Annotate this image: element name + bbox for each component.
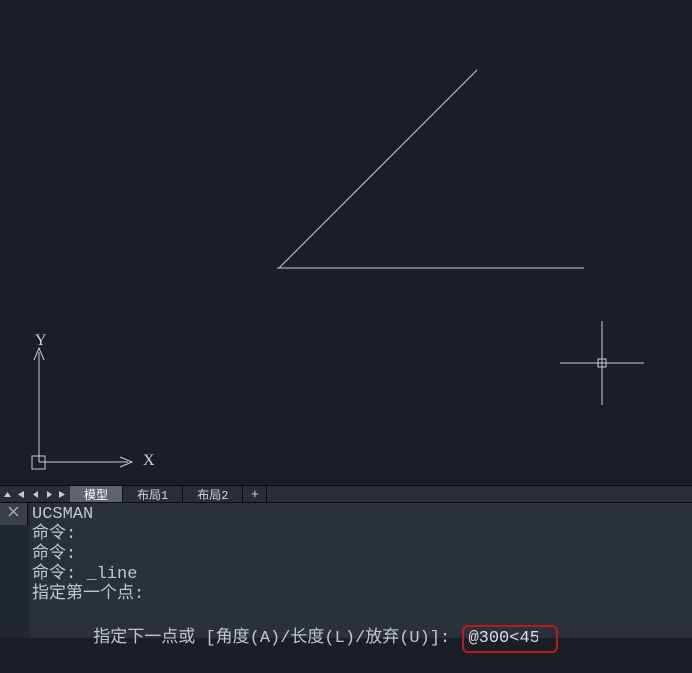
tabs-next-icon[interactable] <box>42 486 56 502</box>
command-area: UCSMAN 命令: 命令: 命令: _line 指定第一个点: 指定下一点或 … <box>0 503 692 638</box>
tabs-prev-icon[interactable] <box>28 486 42 502</box>
cmd-input-highlight <box>462 625 558 653</box>
cmd-history-line: 指定第一个点: <box>32 585 690 605</box>
tabs-last-icon[interactable] <box>56 486 70 502</box>
close-icon <box>8 506 19 522</box>
ucs-x-label: X <box>143 452 155 470</box>
cmd-prompt-line: 指定下一点或 [角度(A)/长度(L)/放弃(U)]: <box>32 605 690 673</box>
cmd-history-line: 命令: _line <box>32 565 690 585</box>
tab-layout2[interactable]: 布局2 <box>183 486 243 502</box>
command-input[interactable] <box>468 629 538 648</box>
tab-label: 布局1 <box>137 486 168 503</box>
tabs-scroll-up-icon[interactable] <box>0 486 14 502</box>
command-history[interactable]: UCSMAN 命令: 命令: 命令: _line 指定第一个点: 指定下一点或 … <box>30 503 692 638</box>
plus-icon: + <box>251 487 259 502</box>
cmd-history-line: UCSMAN <box>32 505 690 525</box>
tab-model[interactable]: 模型 <box>70 486 123 502</box>
tab-add-button[interactable]: + <box>243 486 267 502</box>
cmd-history-line: 命令: <box>32 525 690 545</box>
tab-layout1[interactable]: 布局1 <box>123 486 183 502</box>
ucs-y-label: Y <box>35 332 47 350</box>
tab-label: 模型 <box>84 486 108 503</box>
model-canvas[interactable]: X Y <box>12 0 692 485</box>
tabs-first-icon[interactable] <box>14 486 28 502</box>
cmd-prompt-text: 指定下一点或 [角度(A)/长度(L)/放弃(U)]: <box>93 629 460 648</box>
cmd-history-line: 命令: <box>32 545 690 565</box>
layout-tabs-bar: 模型 布局1 布局2 + <box>0 485 692 503</box>
tab-label: 布局2 <box>197 486 228 503</box>
ucs-icon: X Y <box>30 342 150 477</box>
crosshair-cursor <box>560 321 644 405</box>
close-command-panel-button[interactable] <box>0 503 28 525</box>
